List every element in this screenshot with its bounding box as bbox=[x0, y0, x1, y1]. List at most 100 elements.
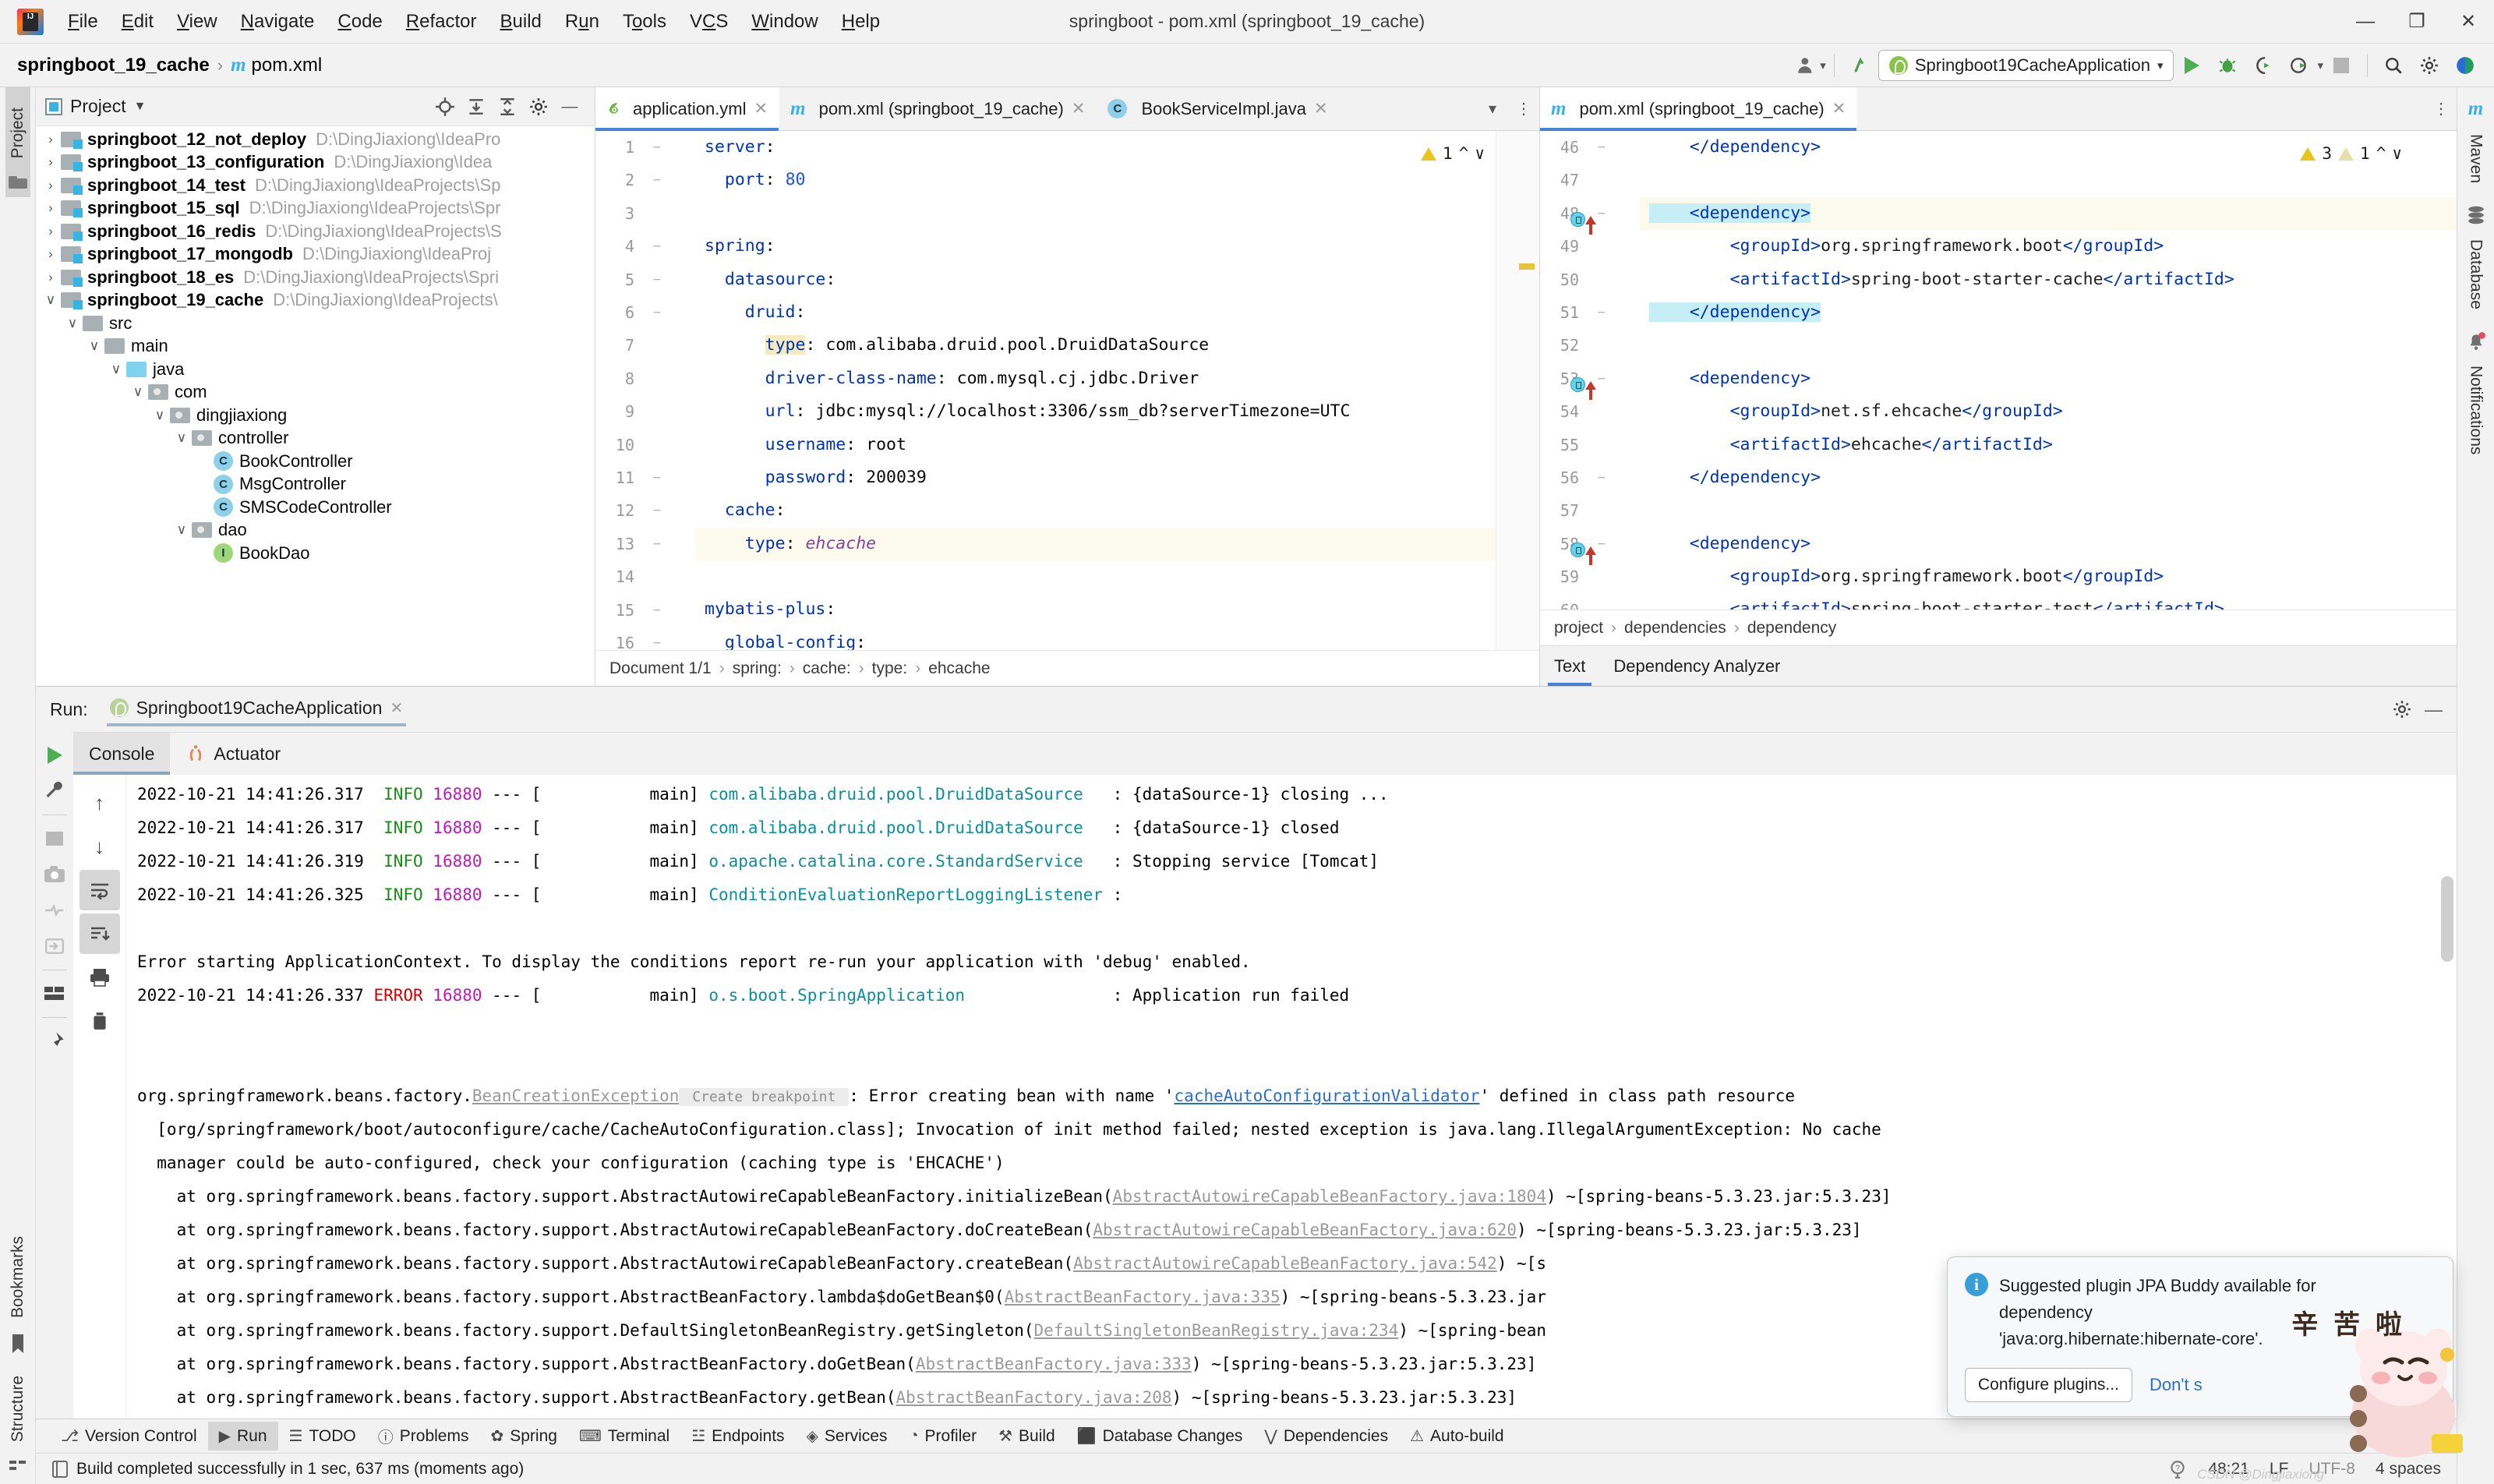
tree-item-springboot_13_configuration[interactable]: › springboot_13_configuration D:\DingJiaxi… bbox=[36, 151, 595, 175]
bottom-tab-run[interactable]: ▶ Run bbox=[207, 1422, 278, 1450]
bottom-tab-services[interactable]: ◈ Services bbox=[796, 1422, 899, 1450]
tab-close-icon[interactable]: ✕ bbox=[1314, 99, 1328, 118]
next-problem-icon[interactable]: ∨ bbox=[1475, 137, 1485, 170]
soft-wrap-icon[interactable] bbox=[79, 870, 120, 910]
more-options-icon[interactable]: ⋮ bbox=[1508, 99, 1539, 118]
pin-icon[interactable] bbox=[37, 1024, 72, 1058]
window-controls[interactable]: — ❐ ✕ bbox=[2340, 0, 2494, 44]
code-fold-icon[interactable]: − bbox=[653, 131, 661, 164]
run-side-toolbar[interactable] bbox=[36, 732, 73, 1419]
sidebar-item-project[interactable]: Project bbox=[5, 87, 30, 198]
minimize-button[interactable]: — bbox=[2340, 0, 2391, 44]
tab-pom-xml-right[interactable]: m pom.xml (springboot_19_cache) ✕ bbox=[1540, 87, 1858, 131]
close-button[interactable]: ✕ bbox=[2443, 0, 2494, 44]
ide-assistant-status-icon[interactable]: ? bbox=[2167, 1459, 2188, 1479]
bottom-tab-terminal[interactable]: ⌨ Terminal bbox=[568, 1422, 680, 1450]
tree-item-msgcontroller[interactable]: C MsgController bbox=[36, 473, 595, 496]
tree-item-springboot_14_test[interactable]: › springboot_14_test D:\DingJiaxiong\IdeaP… bbox=[36, 174, 595, 197]
debug-icon[interactable] bbox=[2210, 48, 2245, 83]
tab-close-icon[interactable]: ✕ bbox=[754, 99, 768, 118]
tree-item-controller[interactable]: ∨ controller bbox=[36, 427, 595, 450]
bottom-tab-database-changes[interactable]: ⬛ Database Changes bbox=[1066, 1422, 1254, 1450]
menu-edit[interactable]: Edit bbox=[110, 6, 165, 37]
run-config-tab[interactable]: Springboot19CacheApplication ✕ bbox=[99, 693, 415, 726]
tab-application-yml[interactable]: application.yml ✕ bbox=[595, 87, 780, 131]
hide-panel-icon[interactable]: — bbox=[554, 91, 585, 122]
tree-expand-arrow[interactable]: › bbox=[41, 132, 61, 147]
console-toolbar[interactable]: ↑ ↓ bbox=[73, 775, 126, 1419]
yaml-breadcrumb[interactable]: Document 1/1 › spring: › cache: › type: … bbox=[595, 650, 1539, 686]
tree-item-dingjiaxiong[interactable]: ∨ dingjiaxiong bbox=[36, 404, 595, 427]
code-fold-icon[interactable]: − bbox=[653, 461, 661, 494]
prev-problem-icon[interactable]: ^ bbox=[1459, 137, 1469, 170]
tree-item-src[interactable]: ∨ src bbox=[36, 312, 595, 335]
print-icon[interactable] bbox=[79, 957, 120, 998]
yaml-inspection-widget[interactable]: 1 ^ ∨ bbox=[1421, 137, 1485, 170]
xml-breadcrumb-project[interactable]: project bbox=[1554, 619, 1603, 638]
bottom-tab-dependencies[interactable]: ⋁ Dependencies bbox=[1253, 1422, 1399, 1450]
yaml-breadcrumb-type[interactable]: type: bbox=[872, 659, 908, 678]
scroll-up-icon[interactable]: ↑ bbox=[79, 783, 120, 823]
close-icon[interactable]: ✕ bbox=[390, 698, 403, 718]
console-text[interactable]: AbstractBeanFactory.java:335 bbox=[1005, 1288, 1281, 1306]
menu-window[interactable]: Window bbox=[740, 6, 829, 37]
configure-plugins-button[interactable]: Configure plugins... bbox=[1965, 1368, 2132, 1402]
tree-item-dao[interactable]: ∨ dao bbox=[36, 519, 595, 542]
tree-expand-arrow[interactable]: › bbox=[41, 200, 61, 216]
tree-item-springboot_19_cache[interactable]: ∨ springboot_19_cache D:\DingJiaxiong\Idea… bbox=[36, 289, 595, 313]
menu-build[interactable]: Build bbox=[489, 6, 553, 37]
bottom-tab-todo[interactable]: ☰ TODO bbox=[278, 1422, 367, 1450]
code-fold-icon[interactable]: − bbox=[653, 296, 661, 329]
tree-expand-arrow[interactable]: ∨ bbox=[128, 384, 148, 400]
console-text[interactable]: AbstractAutowireCapableBeanFactory.java:… bbox=[1093, 1221, 1517, 1239]
bottom-tab-build[interactable]: ⚒ Build bbox=[987, 1422, 1066, 1450]
bottom-tab-spring[interactable]: ✿ Spring bbox=[479, 1422, 567, 1450]
tree-expand-arrow[interactable]: ∨ bbox=[171, 522, 192, 538]
camera-icon[interactable] bbox=[37, 857, 72, 892]
tree-expand-arrow[interactable]: › bbox=[41, 270, 61, 285]
tab-bookserviceimpl-java[interactable]: C BookServiceImpl.java ✕ bbox=[1097, 87, 1339, 130]
tree-expand-arrow[interactable]: › bbox=[41, 246, 61, 262]
next-problem-icon[interactable]: ∨ bbox=[2392, 137, 2402, 170]
console-text[interactable]: AbstractBeanFactory.java:208 bbox=[896, 1388, 1172, 1407]
tree-expand-arrow[interactable]: ∨ bbox=[41, 292, 61, 308]
hide-run-panel-icon[interactable]: — bbox=[2425, 699, 2443, 720]
yaml-breadcrumb-value[interactable]: ehcache bbox=[928, 659, 990, 678]
plugin-suggestion-notification[interactable]: i Suggested plugin JPA Buddy available f… bbox=[1947, 1256, 2453, 1417]
tree-expand-arrow[interactable]: › bbox=[41, 224, 61, 239]
tree-item-smscodecontroller[interactable]: C SMSCodeController bbox=[36, 496, 595, 519]
tree-expand-arrow[interactable]: › bbox=[41, 154, 61, 170]
sidebar-item-structure[interactable]: Structure bbox=[5, 1360, 30, 1484]
profile-icon[interactable] bbox=[2281, 48, 2317, 83]
bottom-tab-auto-build[interactable]: ⚠ Auto-build bbox=[1399, 1422, 1515, 1450]
run-settings-gear-icon[interactable] bbox=[2392, 699, 2412, 720]
xml-breadcrumb-dependency[interactable]: dependency bbox=[1747, 619, 1836, 638]
tree-item-main[interactable]: ∨ main bbox=[36, 335, 595, 359]
code-fold-icon[interactable]: − bbox=[653, 164, 661, 196]
expand-all-icon[interactable] bbox=[461, 91, 492, 122]
tree-expand-arrow[interactable]: › bbox=[41, 178, 61, 193]
tab-pom-xml[interactable]: m pom.xml (springboot_19_cache) ✕ bbox=[779, 87, 1097, 130]
thread-dump-icon[interactable] bbox=[37, 893, 72, 928]
bottom-tab-profiler[interactable]: ◔ Profiler bbox=[898, 1422, 987, 1450]
menu-navigate[interactable]: Navigate bbox=[229, 6, 327, 37]
code-fold-icon[interactable]: − bbox=[653, 230, 661, 263]
tree-expand-arrow[interactable]: ∨ bbox=[150, 408, 170, 423]
code-fold-icon[interactable]: − bbox=[653, 494, 661, 527]
run-configuration-selector[interactable]: Springboot19CacheApplication ▾ bbox=[1878, 49, 2174, 81]
prev-problem-icon[interactable]: ^ bbox=[2376, 137, 2386, 170]
sidebar-item-bookmarks[interactable]: Bookmarks bbox=[6, 1221, 30, 1360]
code-fold-icon[interactable]: − bbox=[653, 594, 661, 627]
code-fold-icon[interactable]: − bbox=[1598, 131, 1606, 164]
console-text[interactable]: AbstractBeanFactory.java:333 bbox=[916, 1355, 1192, 1373]
tree-item-bookdao[interactable]: I BookDao bbox=[36, 542, 595, 565]
menu-tools[interactable]: Tools bbox=[611, 6, 678, 37]
yaml-minimap[interactable] bbox=[1496, 131, 1539, 650]
stop-icon[interactable] bbox=[37, 822, 72, 856]
console-text[interactable]: AbstractAutowireCapableBeanFactory.java:… bbox=[1113, 1187, 1546, 1206]
tab-close-icon[interactable]: ✕ bbox=[1832, 99, 1846, 118]
breadcrumb-file[interactable]: pom.xml bbox=[252, 55, 323, 76]
tree-item-springboot_15_sql[interactable]: › springboot_15_sql D:\DingJiaxiong\IdeaPr… bbox=[36, 197, 595, 221]
tree-item-springboot_16_redis[interactable]: › springboot_16_redis D:\DingJiaxiong\Idea… bbox=[36, 220, 595, 243]
code-fold-icon[interactable]: − bbox=[653, 263, 661, 296]
